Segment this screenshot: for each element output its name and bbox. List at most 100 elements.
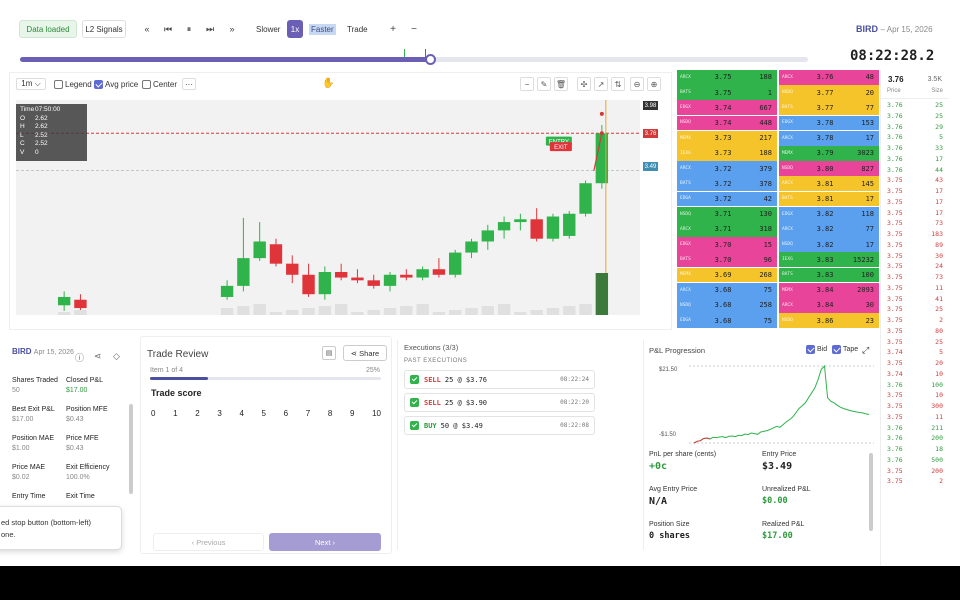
score-option[interactable]: 8 xyxy=(328,409,332,418)
orderbook-bids-row[interactable]: ARCX 3.68 75 xyxy=(677,282,777,298)
score-option[interactable]: 3 xyxy=(217,409,221,418)
zoom-in-icon[interactable]: ⊕ xyxy=(647,77,661,91)
forward-fast-icon[interactable]: » xyxy=(224,20,240,38)
replay-timeline-slider[interactable] xyxy=(20,49,808,65)
slower-button[interactable]: Slower xyxy=(252,20,284,38)
share-button[interactable]: ⋖ Share xyxy=(343,345,387,361)
score-option[interactable]: 5 xyxy=(262,409,266,418)
score-option[interactable]: 7 xyxy=(306,409,310,418)
expand-icon[interactable]: ⤢ xyxy=(862,345,869,356)
orderbook-asks-row[interactable]: BATS 3.81 17 xyxy=(779,191,879,207)
execution-row[interactable]: BUY 50 @ $3.49 08:22:08 xyxy=(404,416,595,435)
trade-button[interactable]: Trade xyxy=(343,20,372,38)
score-option[interactable]: 10 xyxy=(372,409,381,418)
tape-toggle[interactable]: Tape xyxy=(832,345,858,354)
score-option[interactable]: 0 xyxy=(151,409,155,418)
orderbook-bids-row[interactable]: EDGA 3.72 42 xyxy=(677,191,777,207)
orderbook-bids-row[interactable]: MEMX 3.69 268 xyxy=(677,267,777,283)
orderbook-bids-row[interactable]: BATS 3.72 378 xyxy=(677,176,777,192)
tag-icon[interactable]: ◇ xyxy=(113,351,120,362)
step-forward-icon[interactable]: ⏭ xyxy=(202,20,218,38)
orderbook-asks-row[interactable]: ARCX 3.81 145 xyxy=(779,176,879,192)
ohlc-tooltip: Time 07:50:00 O 2.62 H 2.62 L 2.52 C 2.52 V 0 xyxy=(16,104,87,161)
layout-icon[interactable]: ▤ xyxy=(322,346,336,360)
orderbook-asks-row[interactable]: NSDQ 3.82 17 xyxy=(779,237,879,252)
orderbook-asks-row[interactable]: ARCX 3.78 17 xyxy=(779,130,879,146)
orderbook-asks-row[interactable]: ARCX 3.82 77 xyxy=(779,222,879,237)
l2-signals-button[interactable]: L2 Signals xyxy=(82,20,126,38)
orderbook-asks-row[interactable]: ARCX 3.76 48 xyxy=(779,70,879,85)
orderbook-asks-row[interactable]: ARCX 3.84 30 xyxy=(779,298,879,313)
orderbook-bids-row[interactable]: IEXG 3.73 188 xyxy=(677,146,777,161)
execution-row[interactable]: SELL 25 @ $3.90 08:22:20 xyxy=(404,393,595,412)
orderbook-asks-row[interactable]: NSDQ 3.80 827 xyxy=(779,161,879,176)
orderbook-bids-row[interactable]: NSDQ 3.68 258 xyxy=(677,298,777,313)
orderbook-bids-row[interactable]: MEMX 3.73 217 xyxy=(677,130,777,146)
zoom-out-button[interactable]: − xyxy=(406,20,422,38)
orderbook-asks-row[interactable]: IEXG 3.83 15232 xyxy=(779,252,879,268)
bid-toggle[interactable]: Bid xyxy=(806,345,827,354)
previous-button[interactable]: ‹ Previous xyxy=(153,533,264,551)
trend-icon[interactable]: ↗ xyxy=(594,77,608,91)
orderbook-asks-row[interactable]: NSDQ 3.77 20 xyxy=(779,85,879,100)
trash-icon[interactable]: 🗑 xyxy=(554,77,568,91)
score-option[interactable]: 4 xyxy=(239,409,243,418)
orderbook-bids-row[interactable]: EDGX 3.70 15 xyxy=(677,237,777,252)
summary-scrollbar[interactable] xyxy=(129,404,133,494)
orderbook-bids-row[interactable]: ARCX 3.75 188 xyxy=(677,70,777,85)
legend-toggle[interactable]: Legend xyxy=(54,78,92,90)
bid-checkbox[interactable] xyxy=(806,345,815,354)
orderbook-bids-row[interactable]: EDGA 3.68 75 xyxy=(677,313,777,328)
next-button[interactable]: Next › xyxy=(269,533,381,551)
orderbook-bids-row[interactable]: EDGX 3.74 667 xyxy=(677,100,777,116)
score-option[interactable]: 9 xyxy=(350,409,354,418)
pencil-icon[interactable]: ✎ xyxy=(537,77,551,91)
avg-price-toggle[interactable]: Avg price xyxy=(94,78,138,90)
orderbook-asks-row[interactable]: MEMX 3.84 2093 xyxy=(779,282,879,298)
center-toggle[interactable]: Center xyxy=(142,78,177,90)
magic-icon[interactable]: ✣ xyxy=(577,77,591,91)
legend-checkbox[interactable] xyxy=(54,79,63,89)
score-option[interactable]: 6 xyxy=(284,409,288,418)
avg-price-checkbox[interactable] xyxy=(94,79,103,89)
check-icon xyxy=(410,421,419,430)
exchange-code: BATS xyxy=(782,105,793,111)
orderbook-asks-row[interactable]: BATS 3.83 100 xyxy=(779,267,879,283)
orderbook-bids-row[interactable]: NSDQ 3.74 448 xyxy=(677,115,777,131)
pause-icon[interactable]: ⏸ xyxy=(181,20,197,38)
orderbook-bids-row[interactable]: ARCX 3.72 379 xyxy=(677,161,777,176)
help-icon[interactable]: ⓘ xyxy=(75,351,84,364)
timeline-thumb[interactable] xyxy=(424,54,436,65)
rewind-fast-icon[interactable]: « xyxy=(139,20,155,38)
minus-tool-icon[interactable]: − xyxy=(520,77,534,91)
speed-badge[interactable]: 1x xyxy=(287,20,303,38)
orderbook-bids-row[interactable]: NSDQ 3.71 130 xyxy=(677,206,777,222)
interval-select[interactable]: 1m ⌵ xyxy=(16,78,46,90)
zoom-out-icon[interactable]: ⊖ xyxy=(630,77,644,91)
candlestick-plot[interactable]: ENTRYEXIT xyxy=(16,100,640,315)
candle xyxy=(563,210,576,239)
orderbook-asks-row[interactable]: BATS 3.77 77 xyxy=(779,100,879,116)
sort-icon[interactable]: ⇅ xyxy=(611,77,625,91)
orderbook-asks-row[interactable]: MEMX 3.79 3023 xyxy=(779,146,879,161)
orderbook-bids-row[interactable]: ARCX 3.71 318 xyxy=(677,222,777,237)
share-icon[interactable]: ⋖ xyxy=(94,351,102,362)
step-back-icon[interactable]: ⏮ xyxy=(160,20,176,38)
level-size: 188 xyxy=(759,149,772,158)
score-option[interactable]: 2 xyxy=(195,409,199,418)
orderbook-asks-row[interactable]: EDGX 3.78 153 xyxy=(779,115,879,131)
zoom-in-button[interactable]: + xyxy=(385,20,401,38)
orderbook-asks-row[interactable]: NSDQ 3.86 23 xyxy=(779,313,879,328)
orderbook-bids-row[interactable]: BATS 3.75 1 xyxy=(677,85,777,100)
center-checkbox[interactable] xyxy=(142,79,151,89)
more-options-button[interactable]: ··· xyxy=(182,78,196,90)
orderbook-bids-row[interactable]: BATS 3.70 96 xyxy=(677,252,777,268)
data-loaded-button[interactable]: Data loaded xyxy=(19,20,77,38)
ohlc-low: 2.52 xyxy=(35,131,48,139)
orderbook-asks-row[interactable]: EDGX 3.82 118 xyxy=(779,206,879,222)
execution-row[interactable]: SELL 25 @ $3.76 08:22:24 xyxy=(404,370,595,389)
score-option[interactable]: 1 xyxy=(173,409,177,418)
pnl-scrollbar[interactable] xyxy=(869,453,873,531)
tape-checkbox[interactable] xyxy=(832,345,841,354)
faster-button[interactable]: Faster xyxy=(309,24,336,35)
